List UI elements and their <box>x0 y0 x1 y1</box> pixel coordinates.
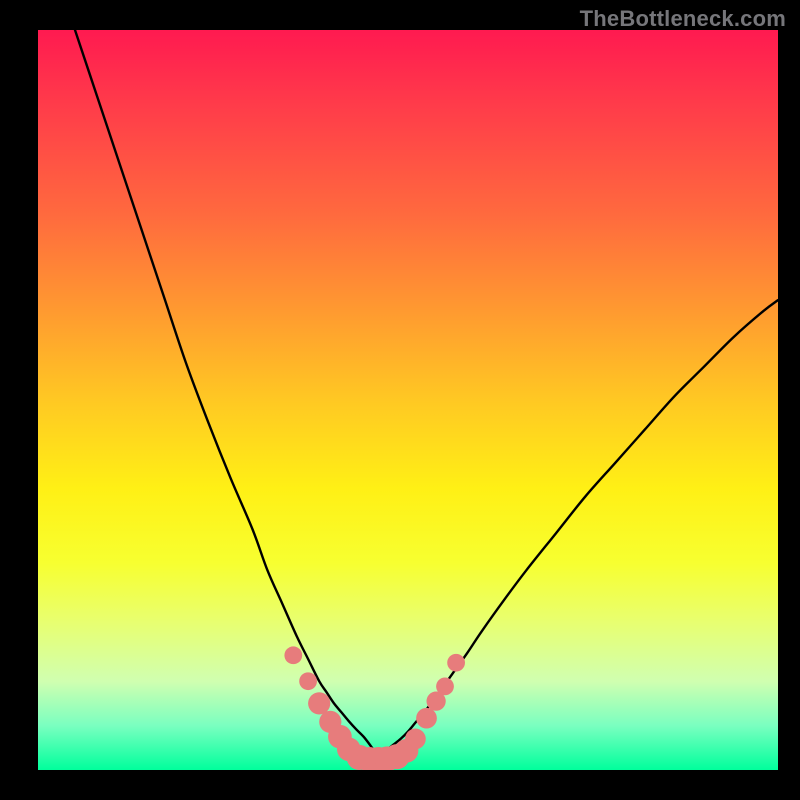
marker-12 <box>405 729 426 750</box>
curve-layer <box>38 30 778 770</box>
marker-2 <box>308 692 330 714</box>
marker-1 <box>299 672 317 690</box>
marker-0 <box>284 646 302 664</box>
curve-left-arm <box>75 30 378 757</box>
chart-container: TheBottleneck.com <box>0 0 800 800</box>
watermark-text: TheBottleneck.com <box>580 6 786 32</box>
marker-13 <box>416 708 437 729</box>
marker-16 <box>447 654 465 672</box>
marker-15 <box>436 678 454 696</box>
plot-area <box>38 30 778 770</box>
